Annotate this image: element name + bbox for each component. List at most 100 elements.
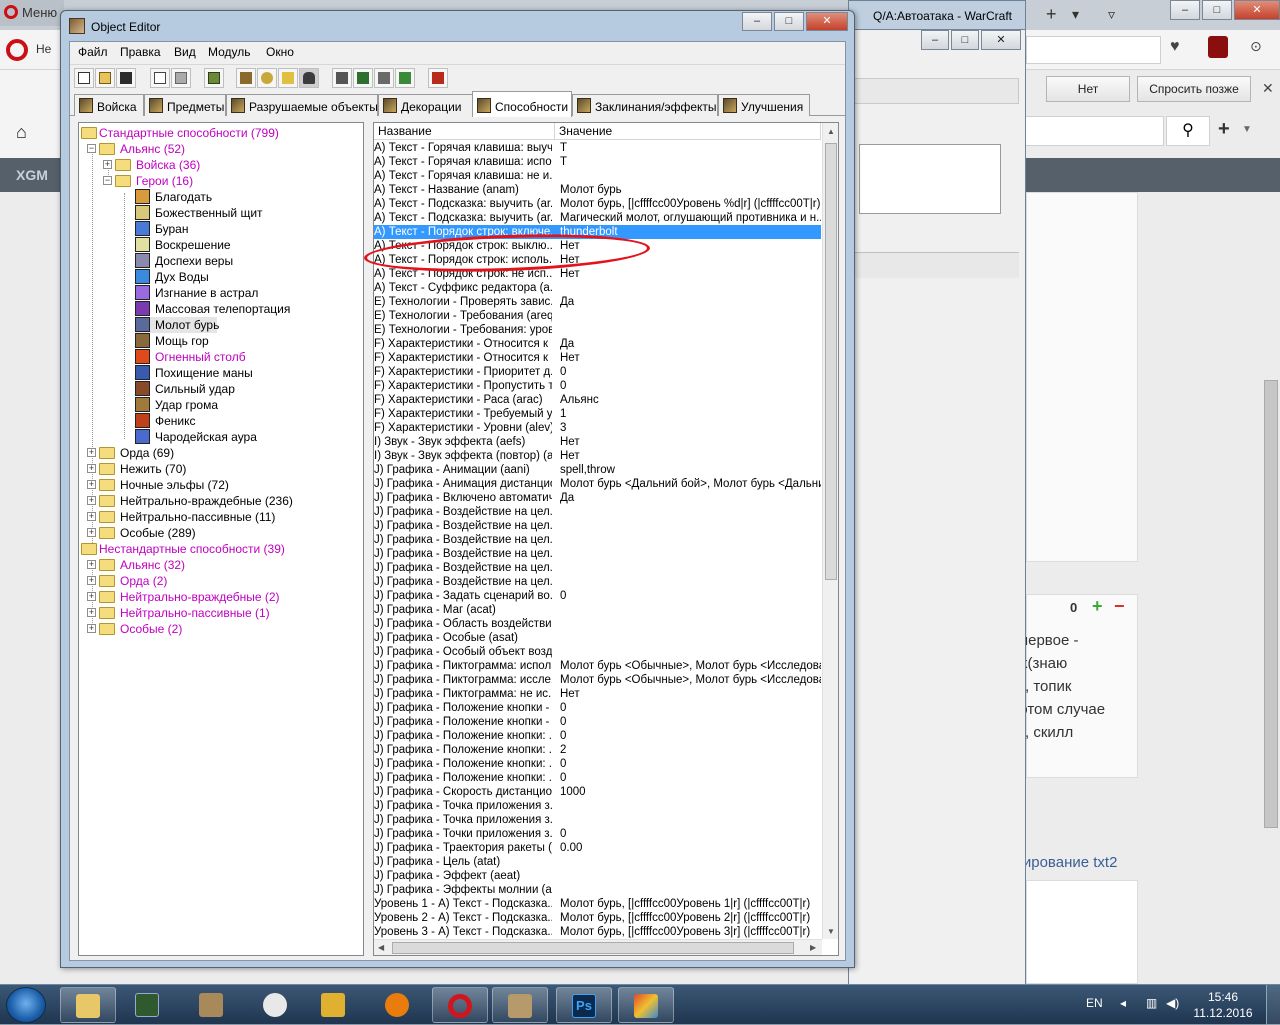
property-row[interactable]: A) Текст - Порядок строк: исполь... Нет <box>374 253 821 267</box>
paste-icon[interactable] <box>171 68 191 88</box>
tab-destructibles[interactable]: Разрушаемые объекты <box>226 94 378 116</box>
property-row[interactable]: A) Текст - Подсказка: выучить (ar... Моло… <box>374 197 821 211</box>
heart-icon[interactable]: ♥ <box>1170 38 1180 56</box>
property-row[interactable]: J) Графика - Пиктограмма: иссле... Молот … <box>374 673 821 687</box>
property-row[interactable]: F) Характеристики - Требуемый у... 1 <box>374 407 821 421</box>
expand-icon[interactable]: + <box>87 608 96 617</box>
property-row[interactable]: F) Характеристики - Относится к ... Да <box>374 337 821 351</box>
import-manager-icon[interactable] <box>374 68 394 88</box>
script-editor-icon[interactable] <box>395 68 415 88</box>
tab-buffs[interactable]: Заклинания/эффекты <box>572 94 718 116</box>
campaign-editor-icon[interactable] <box>332 68 352 88</box>
address-field[interactable] <box>1026 36 1161 64</box>
add-icon[interactable]: + <box>1218 118 1230 141</box>
scroll-down-icon[interactable]: ▼ <box>827 927 835 936</box>
taskbar-monitor[interactable] <box>120 987 176 1023</box>
upvote-icon[interactable]: + <box>1092 596 1103 617</box>
property-row[interactable]: J) Графика - Положение кнопки: ... 0 <box>374 729 821 743</box>
property-row[interactable]: J) Графика - Положение кнопки: ... 2 <box>374 743 821 757</box>
ai-editor-icon[interactable] <box>353 68 373 88</box>
reply-textarea[interactable] <box>1026 880 1138 984</box>
property-row[interactable]: J) Графика - Область воздействи... <box>374 617 821 631</box>
maximize-button[interactable]: □ <box>1202 0 1232 20</box>
show-hidden-icons-icon[interactable]: ◂ <box>1120 996 1126 1010</box>
property-row[interactable]: A) Текст - Название (anam) Молот бурь <box>374 183 821 197</box>
unit-editor-icon[interactable] <box>236 68 256 88</box>
language-indicator[interactable]: EN <box>1086 996 1103 1010</box>
property-row[interactable]: J) Графика - Траектория ракеты (... 0.00 <box>374 841 821 855</box>
column-name-header[interactable]: Название <box>374 123 555 140</box>
property-row[interactable]: I) Звук - Звук эффекта (повтор) (a... Нет <box>374 449 821 463</box>
expand-icon[interactable]: + <box>87 592 96 601</box>
property-row[interactable]: A) Текст - Подсказка: выучить (ar... Маги… <box>374 211 821 225</box>
property-row[interactable]: F) Характеристики - Относится к ... Нет <box>374 351 821 365</box>
property-row[interactable]: I) Звук - Звук эффекта (aefs) Нет <box>374 435 821 449</box>
show-desktop-button[interactable] <box>1266 985 1280 1025</box>
copy-icon[interactable] <box>150 68 170 88</box>
menu-module[interactable]: Модуль <box>208 45 251 59</box>
open-icon[interactable] <box>95 68 115 88</box>
expand-icon[interactable]: + <box>103 160 112 169</box>
property-row[interactable]: J) Графика - Воздействие на цел... <box>374 519 821 533</box>
tab-menu-icon[interactable]: ▿ <box>1108 6 1115 23</box>
property-row[interactable]: J) Графика - Цель (atat) <box>374 855 821 869</box>
property-row[interactable]: J) Графика - Точка приложения з... <box>374 799 821 813</box>
property-row[interactable]: Уровень 1 - A) Текст - Подсказка... Молот… <box>374 897 821 911</box>
scroll-right-icon[interactable]: ▶ <box>810 943 816 952</box>
search-icon[interactable]: ⚲ <box>1166 116 1210 146</box>
sound-editor-icon[interactable] <box>278 68 298 88</box>
page-scrollbar[interactable] <box>1264 380 1278 828</box>
close-button[interactable]: ✕ <box>981 30 1021 50</box>
extension-icon[interactable] <box>1208 36 1228 58</box>
property-row[interactable]: J) Графика - Пиктограмма: не ис... Нет <box>374 687 821 701</box>
property-row[interactable]: J) Графика - Воздействие на цел... <box>374 533 821 547</box>
browser-menu-button[interactable]: Меню <box>0 0 64 26</box>
property-row[interactable]: J) Графика - Эффекты молнии (alig) <box>374 883 821 897</box>
expand-icon[interactable]: + <box>87 512 96 521</box>
qa-text-area[interactable] <box>859 144 1001 214</box>
maximize-button[interactable]: □ <box>774 12 804 31</box>
volume-icon[interactable]: ◀) <box>1166 996 1179 1010</box>
property-row[interactable]: J) Графика - Воздействие на цел... <box>374 505 821 519</box>
property-row[interactable]: J) Графика - Анимации (aani) spell,throw <box>374 463 821 477</box>
property-row[interactable]: F) Характеристики - Пропустить т... 0 <box>374 379 821 393</box>
property-row[interactable]: J) Графика - Скорость дистанцио... 1000 <box>374 785 821 799</box>
property-row[interactable]: E) Технологии - Требования: уров... <box>374 323 821 337</box>
close-icon[interactable]: ✕ <box>1262 80 1274 97</box>
test-map-icon[interactable] <box>428 68 448 88</box>
home-icon[interactable]: ⌂ <box>16 122 27 143</box>
property-row[interactable]: J) Графика - Воздействие на цел... <box>374 547 821 561</box>
expand-icon[interactable]: + <box>87 560 96 569</box>
expand-icon[interactable]: + <box>87 464 96 473</box>
scroll-thumb[interactable] <box>392 942 794 954</box>
clock[interactable]: 15:46 11.12.2016 <box>1188 989 1258 1021</box>
save-icon[interactable] <box>116 68 136 88</box>
taskbar-speaker-app[interactable] <box>306 987 362 1023</box>
object-tree[interactable]: Стандартные способности (799) − Альянс (… <box>78 122 364 956</box>
close-button[interactable]: ✕ <box>806 12 848 31</box>
scroll-left-icon[interactable]: ◀ <box>378 943 384 952</box>
property-row[interactable]: J) Графика - Положение кнопки: ... 0 <box>374 757 821 771</box>
taskbar-explorer[interactable] <box>60 987 116 1023</box>
taskbar-opera[interactable] <box>432 987 488 1023</box>
horizontal-scrollbar[interactable]: ◀ ▶ <box>374 939 822 955</box>
tab-upgrades[interactable]: Улучшения <box>718 94 810 116</box>
ask-later-button[interactable]: Спросить позже <box>1137 76 1251 102</box>
property-row[interactable]: J) Графика - Положение кнопки - ... 0 <box>374 715 821 729</box>
property-row[interactable]: A) Текст - Горячая клавиша: не и... <box>374 169 821 183</box>
expand-icon[interactable]: + <box>87 576 96 585</box>
scroll-up-icon[interactable]: ▲ <box>827 127 835 136</box>
property-row[interactable]: A) Текст - Порядок строк: включе... thund… <box>374 225 821 239</box>
hero-ability-item[interactable]: Молот бурь <box>135 317 219 333</box>
property-row[interactable]: J) Графика - Положение кнопки: ... 0 <box>374 771 821 785</box>
menu-edit[interactable]: Правка <box>120 45 161 59</box>
minimize-button[interactable]: – <box>742 12 772 31</box>
property-row[interactable]: J) Графика - Воздействие на цел... <box>374 561 821 575</box>
property-row[interactable]: J) Графика - Особый объект возд... <box>374 645 821 659</box>
tab-items[interactable]: Предметы <box>144 94 226 116</box>
object-editor-icon[interactable] <box>299 68 319 88</box>
taskbar-world-editor[interactable] <box>184 987 240 1023</box>
property-row[interactable]: J) Графика - Точки приложения з... 0 <box>374 827 821 841</box>
property-row[interactable]: A) Текст - Горячая клавиша: испо... T <box>374 155 821 169</box>
property-row[interactable]: J) Графика - Особые (asat) <box>374 631 821 645</box>
